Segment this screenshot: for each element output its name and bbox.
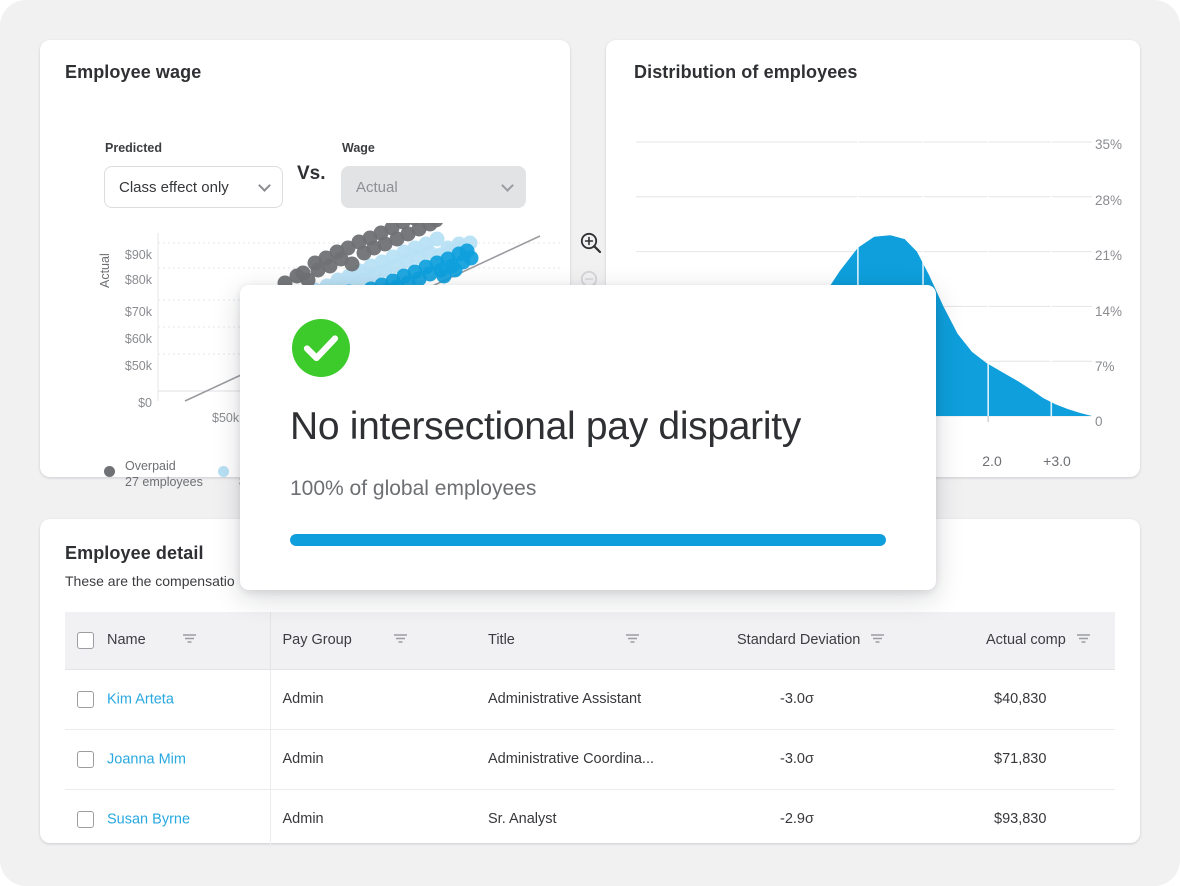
cell-standard-deviation: -3.0σ (688, 669, 936, 730)
y-tick-60k: $60k (124, 332, 152, 346)
row-checkbox[interactable] (77, 810, 94, 828)
table-row[interactable]: Kim Arteta Admin Administrative Assistant -… (65, 669, 1115, 730)
wage-select-value: Actual (356, 178, 398, 196)
chevron-down-icon (501, 179, 514, 192)
cell-actual-comp: $71,830 (936, 729, 1115, 790)
column-header-actual-comp[interactable]: Actual comp (936, 612, 1115, 670)
modal-progress-fill (290, 534, 886, 546)
table-row[interactable]: Joanna Mim Admin Administrative Coordina..… (65, 729, 1115, 790)
employee-name-link[interactable]: Joanna Mim (107, 751, 186, 767)
dist-x-tick-2: 2.0 (982, 453, 1002, 469)
predicted-field-label: Predicted (105, 141, 162, 155)
legend-dot-1-to-10 (218, 466, 229, 477)
cell-title: Administrative Assistant (476, 669, 688, 730)
dist-y-tick-0: 0 (1095, 414, 1103, 429)
cell-actual-comp: $40,830 (936, 669, 1115, 730)
modal-subtitle: 100% of global employees (290, 477, 537, 500)
column-label-title: Title (488, 632, 515, 649)
wage-field-label: Wage (342, 141, 375, 155)
column-label-actual-comp: Actual comp (986, 632, 1066, 649)
cell-name: Kim Arteta (65, 669, 271, 730)
employee-name-link[interactable]: Kim Arteta (107, 691, 174, 707)
y-tick-70k: $70k (124, 305, 152, 319)
cell-actual-comp: $93,830 (994, 811, 1047, 828)
scatter-point (463, 250, 479, 266)
dist-y-tick-7: 7% (1095, 359, 1115, 374)
legend-label-overpaid: Overpaid (125, 459, 176, 473)
column-label-name: Name (107, 632, 146, 649)
table-row[interactable]: Susan Byrne Admin Sr. Analyst -2.9σ $93,830 (65, 789, 1115, 849)
legend-item-overpaid: Overpaid 27 employees (104, 458, 203, 490)
modal-progress-bar (290, 534, 886, 546)
employee-table-body: Kim Arteta Admin Administrative Assistant -… (65, 669, 1115, 849)
column-label-pay-group: Pay Group (282, 632, 352, 649)
employee-wage-title: Employee wage (65, 62, 202, 82)
check-circle-icon (291, 318, 351, 383)
filter-icon[interactable] (393, 632, 408, 648)
x-tick-50k: $50k (212, 411, 240, 425)
scatter-point (436, 268, 452, 284)
employee-table: Name Pay Group Title Standard Deviation … (65, 612, 1115, 849)
column-header-name[interactable]: Name (65, 612, 271, 670)
dist-y-tick-14: 14% (1095, 304, 1123, 319)
dist-y-tick-35: 35% (1095, 137, 1123, 152)
zoom-in-icon[interactable] (578, 230, 604, 256)
select-all-checkbox[interactable] (77, 631, 94, 649)
filter-icon[interactable] (1076, 632, 1091, 648)
modal-title: No intersectional pay disparity (290, 405, 801, 448)
cell-title: Sr. Analyst (488, 811, 557, 828)
filter-icon[interactable] (625, 632, 640, 648)
column-header-standard-deviation[interactable]: Standard Deviation (688, 612, 936, 670)
cell-pay-group: Admin (282, 811, 324, 828)
wage-select[interactable]: Actual (341, 166, 526, 208)
scatter-point (295, 265, 311, 281)
row-checkbox[interactable] (77, 690, 94, 708)
cell-name: Joanna Mim (65, 729, 271, 790)
column-header-title[interactable]: Title (476, 612, 688, 670)
employee-table-head: Name Pay Group Title Standard Deviation … (65, 612, 1115, 670)
vs-label: Vs. (297, 163, 326, 184)
cell-standard-deviation: -3.0σ (688, 729, 936, 790)
scatter-point (344, 256, 360, 272)
dist-x-tick-3: +3.0 (1043, 453, 1071, 469)
column-header-pay-group[interactable]: Pay Group (270, 612, 476, 670)
dist-y-tick-21: 21% (1095, 248, 1123, 263)
filter-icon[interactable] (870, 632, 885, 648)
no-disparity-modal: No intersectional pay disparity 100% of … (240, 285, 936, 590)
employee-detail-title: Employee detail (65, 543, 204, 563)
employee-detail-subtitle: These are the compensatio (65, 573, 235, 589)
cell-name: Susan Byrne (65, 789, 271, 849)
predicted-select[interactable]: Class effect only (104, 166, 283, 208)
table-header-row: Name Pay Group Title Standard Deviation … (65, 612, 1115, 670)
distribution-title: Distribution of employees (634, 62, 858, 82)
predicted-select-value: Class effect only (119, 178, 229, 196)
chevron-down-icon (258, 179, 271, 192)
filter-icon[interactable] (182, 632, 197, 648)
cell-pay-group: Admin (270, 669, 476, 730)
app-page: Employee wage Predicted Class effect onl… (0, 0, 1180, 886)
column-label-standard-deviation: Standard Deviation (737, 632, 861, 649)
legend-count-overpaid: 27 employees (125, 475, 203, 489)
y-tick-0: $0 (138, 396, 152, 410)
dist-y-tick-28: 28% (1095, 193, 1123, 208)
employee-name-link[interactable]: Susan Byrne (107, 811, 190, 827)
y-tick-50k: $50k (124, 359, 152, 373)
cell-title: Administrative Coordina... (476, 729, 688, 790)
cell-standard-deviation: -2.9σ (780, 811, 814, 828)
scatter-y-axis-label: Actual (98, 253, 112, 288)
row-checkbox[interactable] (77, 750, 94, 768)
legend-dot-overpaid (104, 466, 115, 477)
cell-pay-group: Admin (270, 729, 476, 790)
